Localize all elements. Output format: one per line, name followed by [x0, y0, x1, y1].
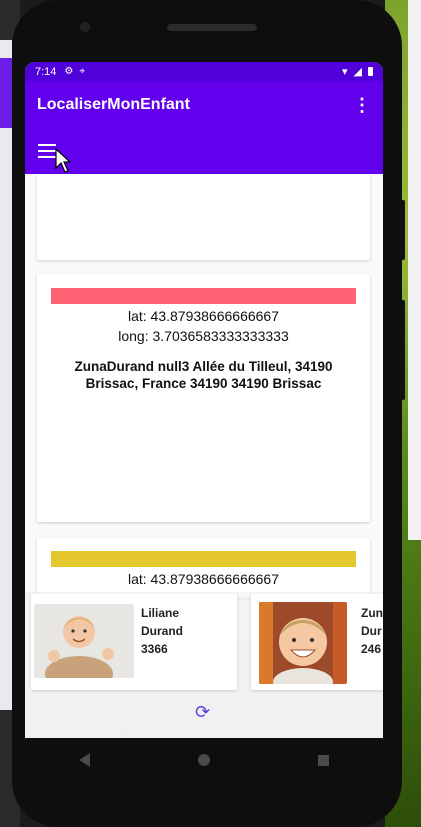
phone-screen: 7:14 ⚙ ⌖ ▾ ◢ LocaliserMonEnfant ⋮ lat: 4…	[25, 62, 383, 738]
background-window-left	[0, 40, 12, 710]
child-card[interactable]: Zun Dur 246	[251, 594, 383, 690]
location-icon: ⌖	[79, 66, 86, 77]
app-title: LocaliserMonEnfant	[37, 96, 190, 113]
settings-icon: ⚙	[64, 66, 74, 77]
battery-icon	[368, 67, 373, 76]
back-icon[interactable]	[79, 753, 90, 767]
earpiece-speaker	[167, 24, 257, 31]
child-last-name: Dur	[361, 624, 382, 638]
recents-icon[interactable]	[318, 754, 329, 766]
mouse-cursor-icon	[55, 148, 71, 173]
system-nav-bar	[25, 738, 383, 782]
latitude-text: lat: 43.87938666666667	[127, 571, 280, 587]
child-first-name: Zun	[361, 606, 383, 620]
child-first-name: Liliane	[141, 606, 180, 620]
location-card[interactable]: lat: 43.87938666666667	[37, 538, 370, 598]
location-color-bar	[51, 551, 356, 567]
child-info: Liliane Durand 3366	[141, 604, 183, 658]
more-vert-icon[interactable]: ⋮	[353, 95, 371, 116]
background-window-left-bar	[0, 58, 12, 128]
child-last-name: Durand	[141, 624, 183, 638]
address-text: ZunaDurand null3 Allée du Tilleul, 34190…	[74, 359, 333, 391]
child-code: 246	[361, 642, 382, 656]
location-list[interactable]: lat: 43.87938666666667 long: 3.703658333…	[25, 174, 383, 738]
location-color-bar	[51, 288, 356, 304]
signal-icon: ◢	[353, 66, 362, 78]
status-time: 7:14	[35, 65, 57, 78]
longitude-text: long: 3.7036583333333333	[118, 328, 289, 344]
wifi-icon: ▾	[342, 66, 348, 78]
hamburger-menu-icon[interactable]	[38, 144, 56, 158]
location-card[interactable]: lat: 43.87938666666667 long: 3.703658333…	[37, 274, 370, 522]
refresh-icon[interactable]: ⟳	[195, 702, 213, 722]
child-info: Zun Dur 246	[361, 604, 383, 658]
power-button	[400, 200, 405, 260]
child-photo	[259, 602, 347, 684]
app-bar: LocaliserMonEnfant ⋮	[25, 81, 383, 174]
background-window-right	[408, 0, 421, 540]
latitude-text: lat: 43.87938666666667	[127, 308, 280, 324]
child-code: 3366	[141, 642, 168, 656]
status-bar: 7:14 ⚙ ⌖ ▾ ◢	[25, 62, 383, 81]
child-card[interactable]: Liliane Durand 3366	[31, 594, 237, 690]
location-card[interactable]	[37, 174, 370, 260]
volume-button	[400, 300, 405, 400]
home-icon[interactable]	[198, 754, 210, 766]
child-photo	[34, 604, 134, 678]
front-camera	[80, 22, 90, 32]
